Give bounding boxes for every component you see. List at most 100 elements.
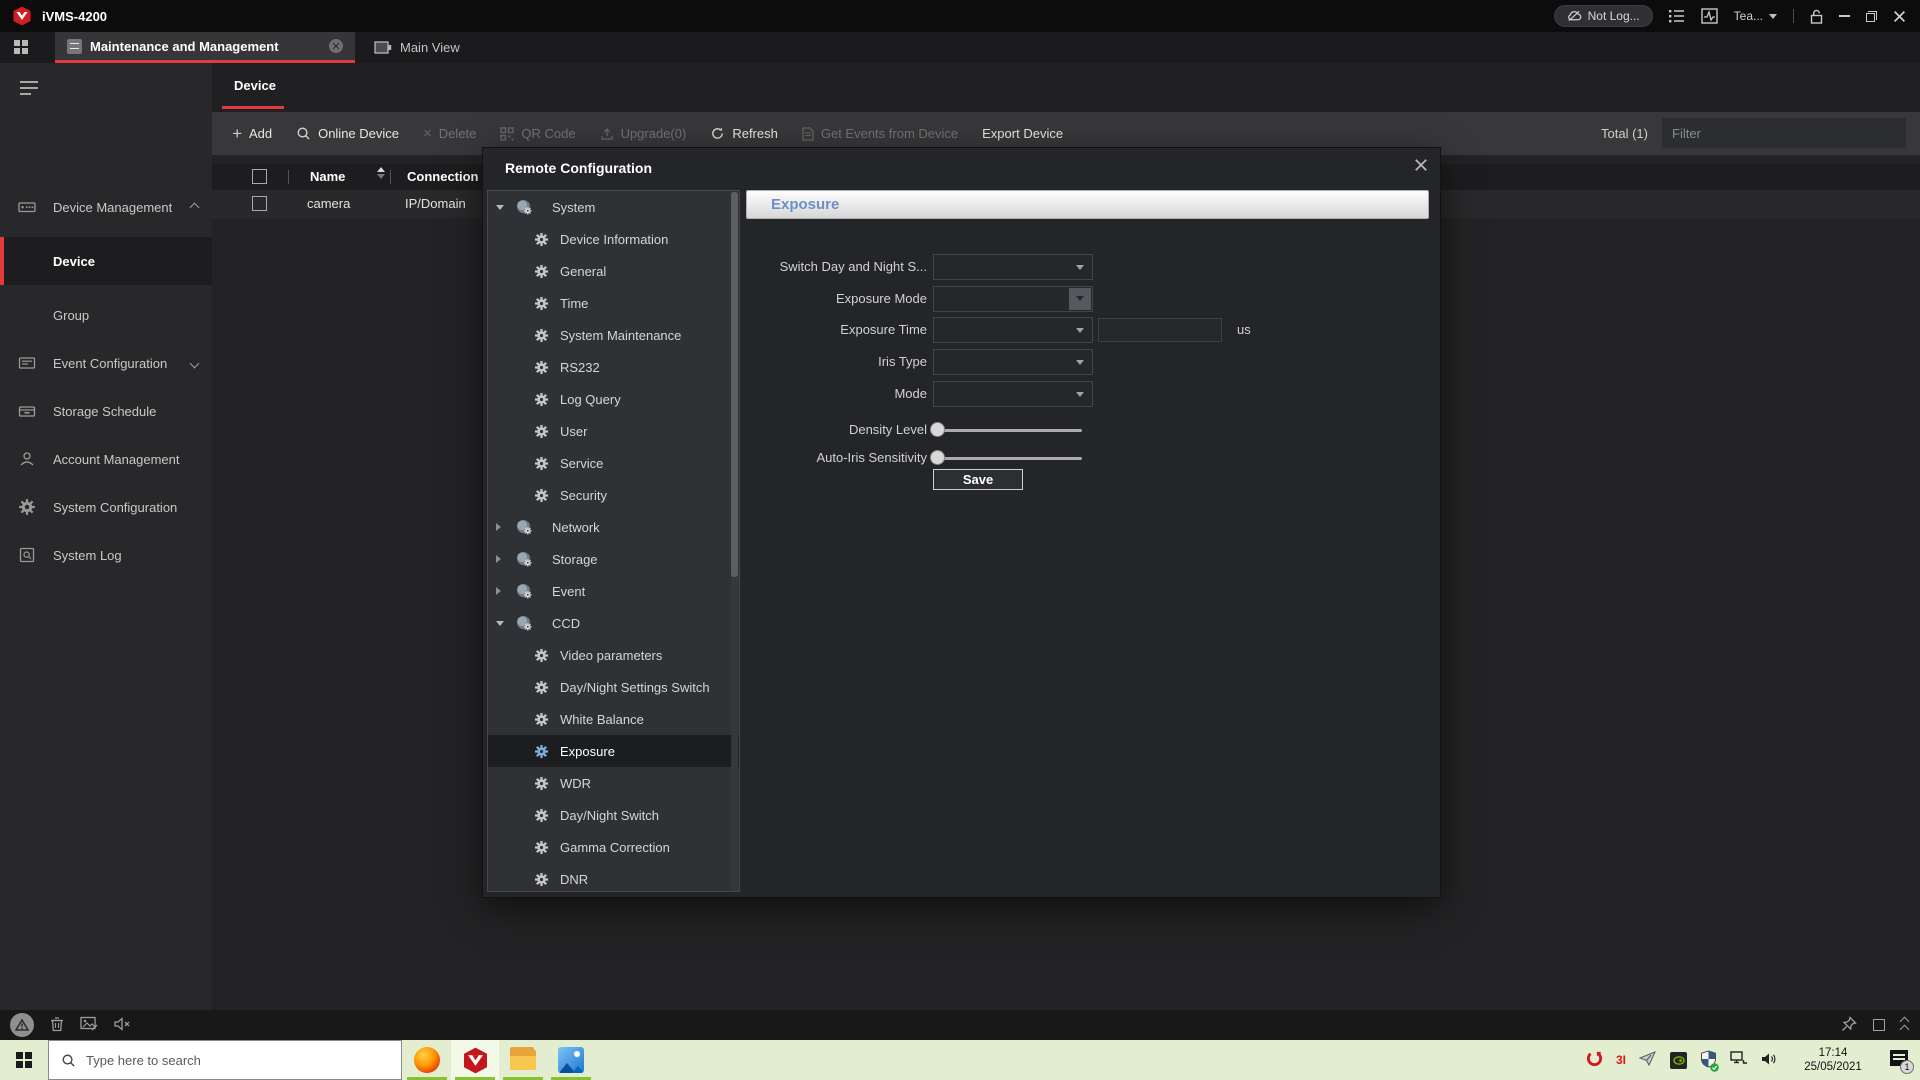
- tree-item-white-balance[interactable]: White Balance: [488, 703, 739, 735]
- tree-scrollbar[interactable]: [731, 192, 738, 892]
- tray-volume-icon[interactable]: [1761, 1052, 1778, 1069]
- export-device-button[interactable]: Export Device: [982, 126, 1063, 141]
- tree-item-rs232[interactable]: RS232: [488, 351, 739, 383]
- delete-button[interactable]: ×Delete: [423, 126, 476, 141]
- tree-item-video-parameters[interactable]: Video parameters: [488, 639, 739, 671]
- tree-item-service[interactable]: Service: [488, 447, 739, 479]
- auto-iris-slider[interactable]: [936, 450, 1082, 466]
- tree-item-security[interactable]: Security: [488, 479, 739, 511]
- collapse-sidebar-icon[interactable]: [20, 81, 38, 99]
- tray-network-icon[interactable]: [1730, 1051, 1748, 1069]
- iris-type-select[interactable]: [933, 349, 1093, 375]
- tree-item-day-night-settings-switch[interactable]: Day/Night Settings Switch: [488, 671, 739, 703]
- taskbar-ivms-button[interactable]: [451, 1040, 499, 1080]
- tray-antivirus-label[interactable]: 3I: [1616, 1053, 1626, 1067]
- taskbar-photos-button[interactable]: [547, 1040, 595, 1080]
- taskbar-search-input[interactable]: [86, 1053, 366, 1068]
- status-monitor-icon[interactable]: [1701, 8, 1718, 24]
- mute-audio-icon[interactable]: [114, 1017, 131, 1034]
- online-device-button[interactable]: Online Device: [296, 126, 399, 141]
- lock-icon[interactable]: [1810, 9, 1823, 24]
- tab-maintenance-and-management[interactable]: Maintenance and Management: [55, 32, 355, 63]
- tree-item-user[interactable]: User: [488, 415, 739, 447]
- clear-alarm-icon[interactable]: [50, 1016, 64, 1035]
- tree-item-general[interactable]: General: [488, 255, 739, 287]
- tree-item-gamma-correction[interactable]: Gamma Correction: [488, 831, 739, 863]
- exposure-time-select[interactable]: [933, 317, 1093, 343]
- add-button[interactable]: +Add: [232, 125, 272, 142]
- filter-input[interactable]: [1662, 118, 1906, 148]
- maximize-panel-icon[interactable]: [1873, 1019, 1885, 1031]
- sidebar-item-event-configuration[interactable]: Event Configuration: [0, 339, 212, 387]
- sidebar-item-system-log[interactable]: System Log: [0, 531, 212, 579]
- pin-icon[interactable]: [1841, 1016, 1857, 1035]
- alarm-warning-icon[interactable]: [10, 1013, 34, 1037]
- taskbar-firefox-button[interactable]: [403, 1040, 451, 1080]
- refresh-button[interactable]: Refresh: [710, 126, 778, 141]
- action-center-icon[interactable]: 1: [1888, 1049, 1910, 1071]
- tree-item-ccd[interactable]: CCD: [488, 607, 739, 639]
- tree-item-time[interactable]: Time: [488, 287, 739, 319]
- sidebar-item-system-configuration[interactable]: System Configuration: [0, 483, 212, 531]
- get-events-button[interactable]: Get Events from Device: [802, 126, 958, 141]
- tray-ivms-icon[interactable]: [1586, 1050, 1603, 1070]
- tray-nvidia-icon[interactable]: [1670, 1052, 1687, 1069]
- chevron-down-icon[interactable]: [1069, 288, 1091, 310]
- tab-close-icon[interactable]: [329, 39, 343, 53]
- sort-icons[interactable]: [377, 167, 385, 179]
- density-level-slider[interactable]: [936, 422, 1082, 438]
- task-list-icon[interactable]: [1669, 9, 1685, 23]
- mode-select[interactable]: [933, 381, 1093, 407]
- sidebar-item-device[interactable]: Device: [0, 237, 212, 285]
- minimize-button[interactable]: [1839, 15, 1850, 17]
- sidebar-item-account-management[interactable]: Account Management: [0, 435, 212, 483]
- taskbar-clock[interactable]: 17:14 25/05/2021: [1791, 1046, 1875, 1074]
- upgrade-button[interactable]: Upgrade(0): [600, 126, 687, 141]
- slider-thumb[interactable]: [930, 450, 945, 465]
- taskbar-search[interactable]: [48, 1040, 402, 1080]
- expand-icon[interactable]: [496, 621, 504, 626]
- page-tab-device[interactable]: Device: [234, 78, 276, 93]
- tree-item-wdr[interactable]: WDR: [488, 767, 739, 799]
- restore-button[interactable]: [1866, 11, 1877, 22]
- tree-item-log-query[interactable]: Log Query: [488, 383, 739, 415]
- tree-item-system[interactable]: System: [488, 191, 739, 223]
- dialog-close-icon[interactable]: [1414, 158, 1428, 175]
- qr-code-button[interactable]: QR Code: [500, 126, 575, 141]
- row-checkbox[interactable]: [252, 196, 267, 211]
- exposure-time-input[interactable]: [1098, 318, 1222, 342]
- sidebar-item-storage-schedule[interactable]: Storage Schedule: [0, 387, 212, 435]
- sidebar-item-device-management[interactable]: Device Management: [0, 183, 212, 231]
- expand-icon[interactable]: [496, 205, 504, 210]
- sidebar-item-group[interactable]: Group: [0, 291, 212, 339]
- tree-item-exposure[interactable]: Exposure: [488, 735, 739, 767]
- select-all-checkbox[interactable]: [252, 169, 267, 184]
- collapse-icon[interactable]: [496, 587, 501, 595]
- scrollbar-thumb[interactable]: [731, 192, 738, 577]
- tray-defender-icon[interactable]: [1700, 1050, 1717, 1071]
- tree-item-dnr[interactable]: DNR: [488, 863, 739, 892]
- collapse-icon[interactable]: [496, 523, 501, 531]
- tree-item-network[interactable]: Network: [488, 511, 739, 543]
- column-header-connection[interactable]: Connection T.: [407, 169, 492, 184]
- save-button[interactable]: Save: [933, 469, 1023, 490]
- tree-item-day-night-switch[interactable]: Day/Night Switch: [488, 799, 739, 831]
- column-header-name[interactable]: Name: [310, 169, 345, 184]
- close-button[interactable]: [1893, 10, 1906, 23]
- tab-main-view[interactable]: Main View: [362, 32, 472, 63]
- tray-plane-icon[interactable]: [1639, 1051, 1657, 1070]
- tree-item-event[interactable]: Event: [488, 575, 739, 607]
- tree-item-device-information[interactable]: Device Information: [488, 223, 739, 255]
- modules-grid-icon[interactable]: [14, 40, 29, 55]
- tree-item-system-maintenance[interactable]: System Maintenance: [488, 319, 739, 351]
- no-image-icon[interactable]: [80, 1016, 98, 1034]
- user-menu[interactable]: Tea...: [1734, 9, 1777, 23]
- start-button[interactable]: [0, 1040, 48, 1080]
- login-status-button[interactable]: Not Log...: [1554, 5, 1653, 27]
- collapse-icon[interactable]: [496, 555, 501, 563]
- exposure-mode-select[interactable]: [933, 286, 1093, 312]
- slider-thumb[interactable]: [930, 422, 945, 437]
- switch-day-night-select[interactable]: [933, 254, 1093, 280]
- tree-item-storage[interactable]: Storage: [488, 543, 739, 575]
- taskbar-explorer-button[interactable]: [499, 1040, 547, 1080]
